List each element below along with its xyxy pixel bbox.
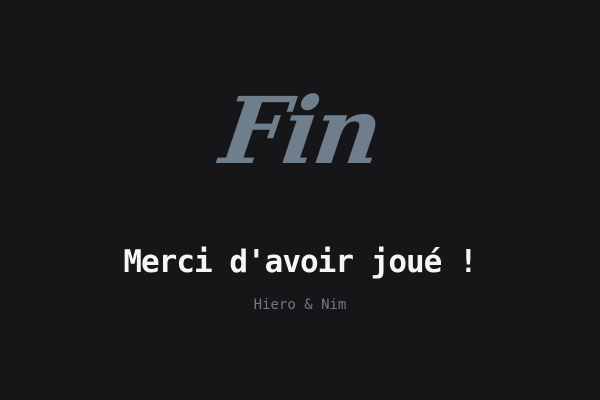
credits-text: Hiero & Nim [253, 297, 347, 313]
end-screen: Fin Merci d'avoir joué ! Hiero & Nim [0, 0, 600, 400]
end-title: Fin [214, 77, 386, 185]
thanks-message: Merci d'avoir joué ! [123, 244, 477, 280]
